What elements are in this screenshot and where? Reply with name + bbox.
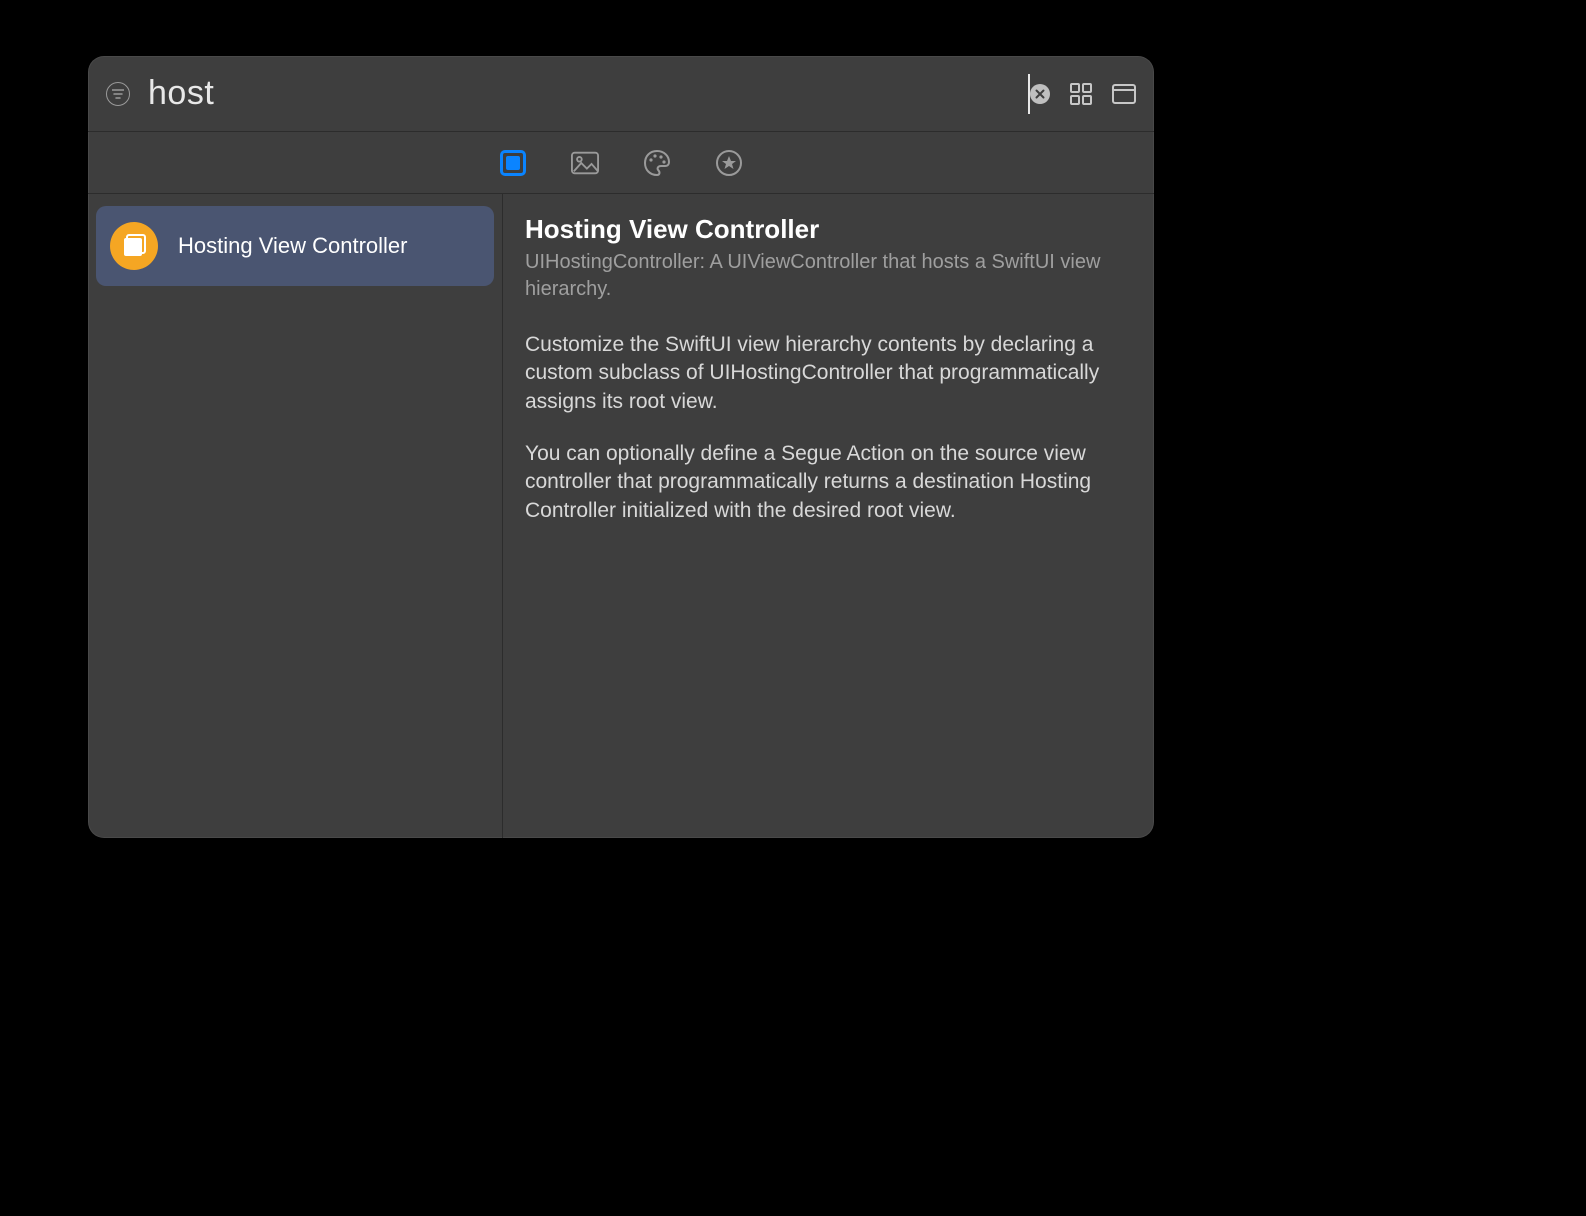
media-tab[interactable]: [571, 149, 599, 177]
detail-subtitle: UIHostingController: A UIViewController …: [525, 249, 1128, 303]
library-tabs: [88, 132, 1154, 194]
filter-icon[interactable]: [106, 82, 130, 106]
detail-paragraph: You can optionally define a Segue Action…: [525, 440, 1128, 525]
star-circle-icon: [716, 150, 742, 176]
library-panel: Hosting View Controller Hosting View Con…: [88, 56, 1154, 838]
detail-pane: Hosting View Controller UIHostingControl…: [503, 194, 1154, 838]
hosting-controller-icon: [110, 222, 158, 270]
palette-icon: [643, 149, 671, 177]
detail-pane-icon[interactable]: [1112, 84, 1136, 104]
list-item-label: Hosting View Controller: [178, 233, 407, 259]
square-filled-icon: [500, 150, 526, 176]
grid-view-icon[interactable]: [1070, 83, 1092, 105]
results-list: Hosting View Controller: [88, 194, 503, 838]
color-tab[interactable]: [643, 149, 671, 177]
snippets-tab[interactable]: [715, 149, 743, 177]
image-icon: [571, 151, 599, 175]
search-input[interactable]: [146, 73, 1034, 114]
search-bar: [88, 56, 1154, 132]
detail-title: Hosting View Controller: [525, 214, 1128, 245]
clear-icon[interactable]: [1030, 84, 1050, 104]
list-item[interactable]: Hosting View Controller: [96, 206, 494, 286]
detail-paragraph: Customize the SwiftUI view hierarchy con…: [525, 331, 1128, 416]
objects-tab[interactable]: [499, 149, 527, 177]
